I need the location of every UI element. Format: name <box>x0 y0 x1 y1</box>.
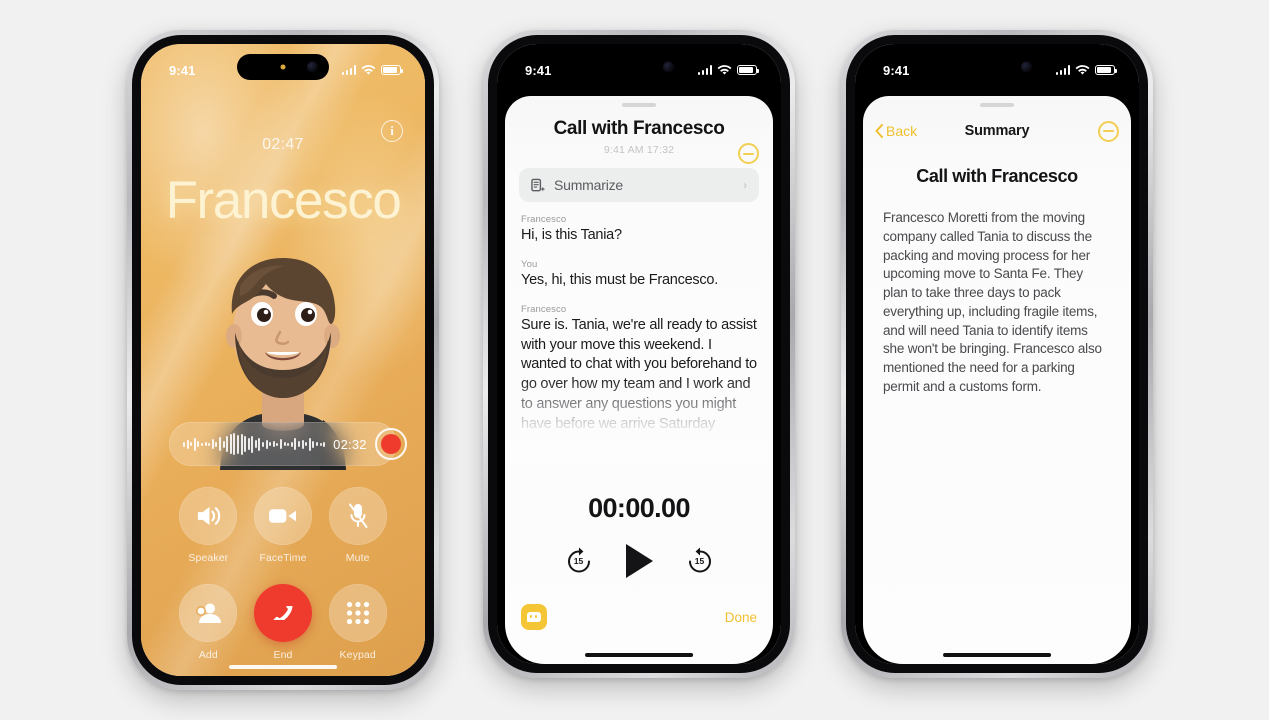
sheet-footer: Done <box>505 604 773 630</box>
signal-bars-icon <box>1055 65 1070 75</box>
speaker-icon <box>179 487 238 545</box>
front-camera-icon <box>663 61 674 73</box>
sheet-grabber[interactable] <box>980 103 1014 107</box>
front-camera-icon <box>307 61 318 73</box>
caller-name: Francesco <box>165 171 402 230</box>
skip-forward-15-button[interactable]: 15 <box>685 546 715 576</box>
transcript-text: Hi, is this Tania? <box>521 227 622 243</box>
dynamic-island <box>951 54 1043 80</box>
summary-body: Francesco Moretti from the moving compan… <box>883 210 1102 394</box>
transcript-entry: You Yes, hi, this must be Francesco. <box>521 259 757 291</box>
phone-active-call: 9:41 i 02:47 Francesco 02:32 Speaker Fac… <box>127 30 439 690</box>
signal-bars-icon <box>341 65 356 75</box>
skip-back-15-button[interactable]: 15 <box>564 546 594 576</box>
transcript-list: Francesco Hi, is this Tania? You Yes, hi… <box>505 202 773 435</box>
summary-title: Call with Francesco <box>916 166 1078 186</box>
call-info-button[interactable]: i <box>381 120 403 142</box>
back-button[interactable]: Back <box>875 123 917 139</box>
phone-summary: 9:41 Back Summary Call with Francesco Fr… <box>841 30 1153 678</box>
status-time: 9:41 <box>883 62 910 78</box>
battery-icon <box>381 65 403 75</box>
chevron-right-icon: › <box>743 178 747 192</box>
status-time: 9:41 <box>169 62 196 78</box>
sheet-header: Call with Francesco 9:41 AM 17:32 <box>505 107 773 164</box>
navigation-bar: Back Summary <box>863 116 1131 146</box>
recording-indicator-icon[interactable] <box>738 143 759 164</box>
sheet-title: Call with Francesco <box>553 118 725 139</box>
keypad-label: Keypad <box>339 649 376 661</box>
end-call-icon <box>253 584 312 642</box>
summary-sheet: Back Summary Call with Francesco Frances… <box>863 96 1131 664</box>
mute-label: Mute <box>345 552 370 564</box>
playback-buttons: 15 15 <box>505 544 773 578</box>
screenshot-stage: 9:41 i 02:47 Francesco 02:32 Speaker Fac… <box>0 0 1269 720</box>
summarize-button[interactable]: Summarize › <box>519 168 759 202</box>
wifi-icon <box>361 64 376 75</box>
transcript-speaker: Francesco <box>521 214 567 225</box>
chevron-left-icon <box>875 124 883 138</box>
status-time: 9:41 <box>525 62 552 78</box>
battery-icon <box>1095 65 1117 75</box>
microphone-muted-icon <box>328 487 387 545</box>
facetime-button[interactable]: FaceTime <box>253 487 312 564</box>
audio-player: 00:00.00 15 15 <box>505 493 773 578</box>
skip-forward-label: 15 <box>694 556 705 566</box>
end-label: End <box>273 649 293 661</box>
play-icon[interactable] <box>625 544 653 578</box>
facetime-label: FaceTime <box>259 552 307 564</box>
call-duration: 02:47 <box>262 136 304 153</box>
phone1-screen: 9:41 i 02:47 Francesco 02:32 Speaker Fac… <box>141 44 425 676</box>
phone3-screen: 9:41 Back Summary Call with Francesco Fr… <box>855 44 1139 664</box>
transcript-entry: Francesco Hi, is this Tania? <box>521 214 757 246</box>
done-button[interactable]: Done <box>725 610 757 625</box>
front-camera-icon <box>1021 61 1032 73</box>
transcript-fade-mask <box>505 414 773 466</box>
island-recording-dot <box>280 64 286 70</box>
transcript-speaker: Francesco <box>521 303 567 315</box>
speaker-label: Speaker <box>188 552 229 564</box>
back-label: Back <box>886 123 918 139</box>
call-controls-grid: Speaker FaceTime Mute Add End Keypad <box>171 487 395 661</box>
record-button[interactable] <box>374 428 407 460</box>
recording-indicator-icon[interactable] <box>1098 120 1119 142</box>
recording-elapsed: 02:32 <box>333 436 367 452</box>
home-indicator[interactable] <box>943 653 1051 657</box>
dynamic-island <box>237 54 329 80</box>
keypad-icon <box>328 584 387 642</box>
home-indicator[interactable] <box>229 665 337 669</box>
page-title: Summary <box>964 123 1030 139</box>
end-call-button[interactable]: End <box>253 584 312 661</box>
wifi-icon <box>717 64 732 75</box>
transcript-text: Yes, hi, this must be Francesco. <box>521 271 718 288</box>
transcript-bubble-icon[interactable] <box>521 604 547 630</box>
speaker-button[interactable]: Speaker <box>179 487 238 564</box>
add-person-icon <box>179 584 238 642</box>
transcript-speaker: You <box>521 258 538 270</box>
video-camera-icon <box>253 487 312 545</box>
summarize-icon <box>531 178 546 191</box>
home-indicator[interactable] <box>585 653 693 657</box>
phone-transcript: 9:41 Call with Francesco 9:41 AM 17:32 S… <box>483 30 795 678</box>
playback-time: 00:00.00 <box>588 493 690 523</box>
summarize-label: Summarize <box>554 177 623 193</box>
wifi-icon <box>1075 64 1090 75</box>
sheet-subtitle: 9:41 AM 17:32 <box>603 144 675 156</box>
battery-icon <box>737 65 759 75</box>
dynamic-island <box>593 54 685 80</box>
call-recording-pill[interactable]: 02:32 <box>169 422 407 466</box>
skip-back-label: 15 <box>573 556 584 566</box>
transcript-sheet: Call with Francesco 9:41 AM 17:32 Summar… <box>505 96 773 664</box>
add-label: Add <box>198 649 218 661</box>
audio-waveform <box>183 433 326 455</box>
signal-bars-icon <box>697 65 712 75</box>
mute-button[interactable]: Mute <box>328 487 387 564</box>
keypad-button[interactable]: Keypad <box>328 584 387 661</box>
phone2-screen: 9:41 Call with Francesco 9:41 AM 17:32 S… <box>497 44 781 664</box>
add-call-button[interactable]: Add <box>179 584 238 661</box>
